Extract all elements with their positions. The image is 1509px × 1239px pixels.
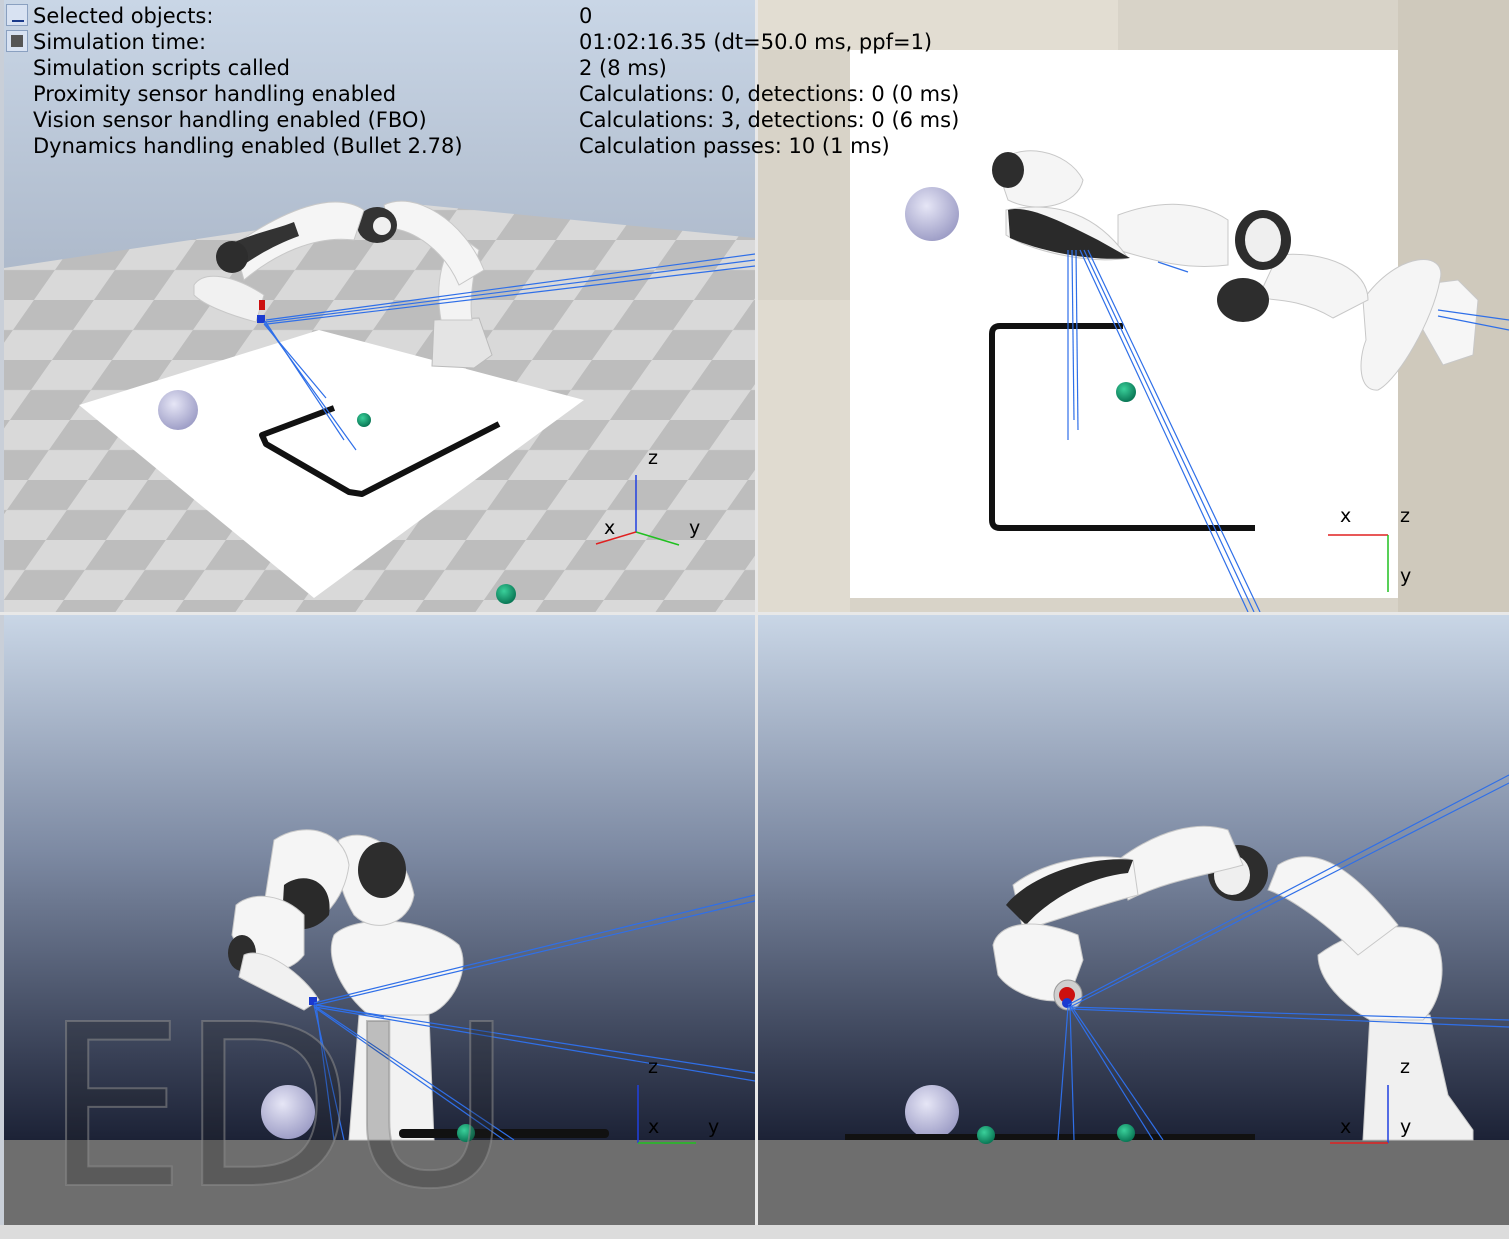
minimize-icon <box>12 20 24 22</box>
info-label: Simulation scripts called <box>33 56 291 80</box>
info-label: Proximity sensor handling enabled <box>33 82 397 106</box>
viewport-divider-horizontal[interactable] <box>0 612 1509 615</box>
path-line-front <box>845 1134 1255 1140</box>
sphere-object-top <box>905 187 959 241</box>
minimize-info-button[interactable] <box>6 4 28 26</box>
sphere-object <box>158 390 198 430</box>
target-dummy-front-2 <box>1117 1124 1135 1142</box>
target-dummy-front-1 <box>977 1126 995 1144</box>
record-icon <box>11 35 23 47</box>
target-dummy <box>357 413 371 427</box>
ground-front <box>758 1140 1509 1225</box>
front-scene: z x y <box>758 615 1509 1225</box>
info-label: Dynamics handling enabled (Bullet 2.78) <box>33 134 463 158</box>
axis-x-label-side: x <box>648 1116 659 1138</box>
axis-y-label-top: y <box>1400 565 1411 587</box>
axis-z-label-front: z <box>1400 1056 1410 1078</box>
info-value: 2 (8 ms) <box>579 56 667 80</box>
sphere-object-front <box>905 1085 959 1139</box>
viewport-front[interactable]: z x y <box>758 615 1509 1225</box>
axis-z-label-top: z <box>1400 505 1410 527</box>
info-value: 01:02:16.35 (dt=50.0 ms, ppf=1) <box>579 30 933 54</box>
target-dummy-2 <box>496 584 516 604</box>
info-label: Selected objects: <box>33 4 214 28</box>
axis-x-label-front: x <box>1340 1116 1351 1138</box>
info-value: 0 <box>579 4 593 28</box>
info-value: Calculations: 0, detections: 0 (0 ms) <box>579 82 960 106</box>
axis-x-label: x <box>604 517 615 539</box>
axis-z-label: z <box>648 447 658 469</box>
target-dummy-top <box>1116 382 1136 402</box>
info-value: Calculation passes: 10 (1 ms) <box>579 134 890 158</box>
axis-x-label-top: x <box>1340 505 1351 527</box>
axis-y-label-side: y <box>708 1116 719 1138</box>
axis-y-label: y <box>689 517 700 539</box>
axis-y-label-front: y <box>1400 1116 1411 1138</box>
info-label: Simulation time: <box>33 30 207 54</box>
record-button[interactable] <box>6 30 28 52</box>
info-label: Vision sensor handling enabled (FBO) <box>33 108 427 132</box>
info-value: Calculations: 3, detections: 0 (6 ms) <box>579 108 960 132</box>
edu-watermark: EDU <box>43 977 513 1239</box>
axis-z-label-side: z <box>648 1056 658 1078</box>
